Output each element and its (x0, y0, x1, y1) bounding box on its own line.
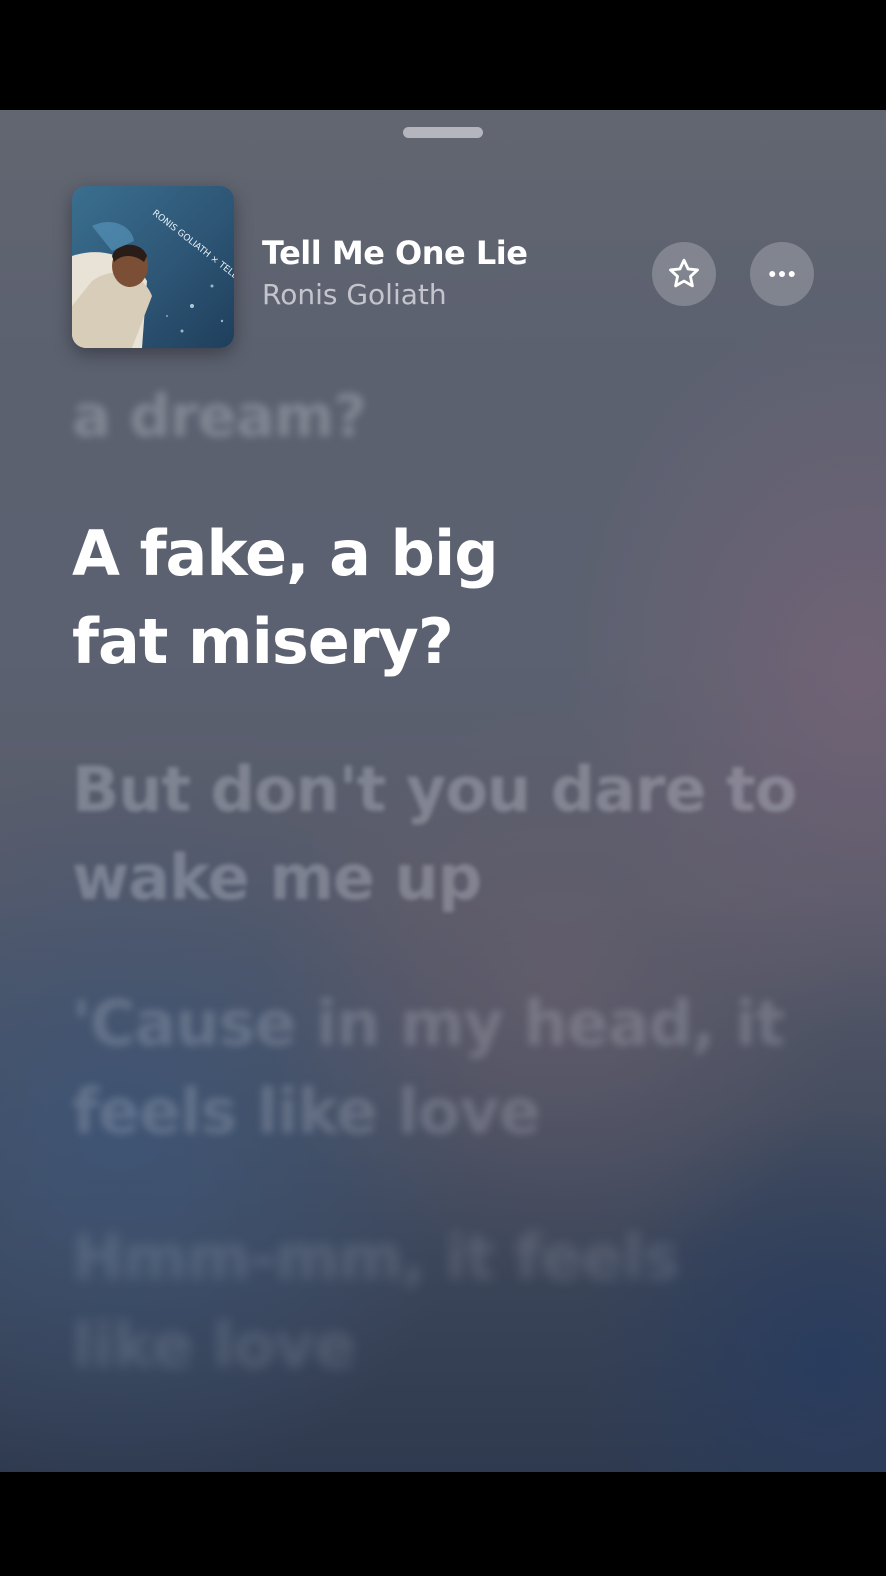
track-info[interactable]: Tell Me One Lie Ronis Goliath (262, 234, 528, 311)
album-artwork[interactable]: RONIS GOLIATH × TELL ME ONE LIE (72, 186, 234, 348)
sheet-grabber[interactable] (403, 127, 483, 138)
ellipsis-icon (769, 271, 795, 277)
track-artist[interactable]: Ronis Goliath (262, 278, 527, 311)
star-icon (669, 258, 699, 288)
favorite-button[interactable] (652, 242, 716, 306)
lyrics-screen: RONIS GOLIATH × TELL ME ONE LIE Tell Me … (0, 110, 886, 1472)
track-title: Tell Me One Lie (262, 234, 528, 272)
lyric-line-upcoming[interactable]: 'Cause in my head, it feels like love (72, 980, 785, 1156)
now-playing-header: RONIS GOLIATH × TELL ME ONE LIE Tell Me … (72, 186, 814, 348)
lyric-line-upcoming[interactable]: Hmm-mm, it feels like love (72, 1214, 680, 1390)
lyric-line-upcoming[interactable]: But don't you dare to wake me up (72, 746, 797, 922)
lyric-line-previous[interactable]: a dream? (72, 372, 367, 460)
lyric-line-current[interactable]: A fake, a big fat misery? (72, 510, 499, 686)
more-button[interactable] (750, 242, 814, 306)
